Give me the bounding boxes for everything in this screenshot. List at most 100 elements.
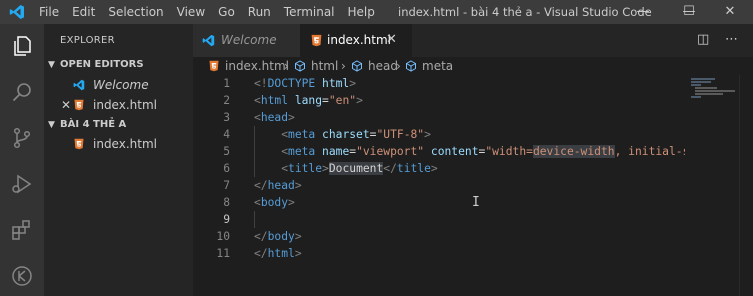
code-line[interactable]: 2 <html lang="en"> bbox=[193, 92, 685, 109]
code-token: </ bbox=[254, 247, 268, 260]
code-line[interactable]: 4 <meta charset="UTF-8"> bbox=[193, 126, 685, 143]
code-token: < bbox=[254, 196, 261, 209]
open-editors-label: OPEN EDITORS bbox=[60, 59, 144, 70]
code-line[interactable]: 9 bbox=[193, 211, 685, 228]
code-editor[interactable]: 1 <!DOCTYPE html> 2 <html lang="en"> 3 <head>… bbox=[193, 75, 685, 296]
code-token: title bbox=[396, 162, 431, 175]
code-token: head bbox=[260, 111, 289, 124]
sidebar-title: EXPLORER bbox=[60, 35, 115, 46]
breadcrumb-html[interactable]: html bbox=[311, 57, 338, 75]
editor-tabs: Welcome index.html ✕ ◫ ⋯ bbox=[193, 24, 753, 57]
code-token: meta bbox=[288, 145, 316, 158]
code-token: > bbox=[322, 162, 329, 175]
code-token: > bbox=[430, 162, 438, 175]
open-editors-section[interactable]: ▼ OPEN EDITORS bbox=[44, 55, 193, 75]
code-line[interactable]: 6 <title>Document</title> bbox=[193, 160, 685, 177]
remote-icon[interactable] bbox=[10, 264, 34, 288]
line-number: 5 bbox=[223, 145, 230, 158]
menu-run[interactable]: Run bbox=[248, 4, 271, 20]
extensions-icon[interactable] bbox=[10, 218, 34, 242]
code-token: </ bbox=[383, 162, 397, 175]
line-content: <head> bbox=[254, 109, 295, 126]
file-label: index.html bbox=[93, 137, 157, 151]
menu-go[interactable]: Go bbox=[218, 4, 235, 20]
code-line[interactable]: 10 </body> bbox=[193, 228, 685, 245]
line-content: </head> bbox=[254, 177, 302, 194]
search-icon[interactable] bbox=[10, 80, 34, 104]
code-token: html bbox=[260, 94, 289, 107]
vscode-logo-icon[interactable] bbox=[9, 4, 25, 20]
open-editor-welcome[interactable]: Welcome bbox=[44, 75, 193, 95]
code-line[interactable]: 11 </html> bbox=[193, 245, 685, 262]
explorer-icon[interactable] bbox=[10, 34, 34, 58]
window-close-button[interactable]: ✕ bbox=[707, 0, 753, 24]
tab-index-html[interactable]: index.html ✕ bbox=[300, 24, 412, 57]
line-number: 3 bbox=[223, 111, 230, 124]
menu-help[interactable]: Help bbox=[348, 4, 375, 20]
code-token: < bbox=[281, 145, 289, 158]
menu-file[interactable]: File bbox=[39, 4, 59, 20]
folder-section[interactable]: ▼ BÀI 4 THẺ A bbox=[44, 115, 193, 135]
code-token: html bbox=[315, 77, 350, 90]
code-token: < bbox=[281, 162, 289, 175]
breadcrumb-separator: › bbox=[284, 59, 289, 73]
menu-view[interactable]: View bbox=[177, 4, 205, 20]
code-token: < bbox=[281, 128, 289, 141]
close-tab-icon[interactable]: ✕ bbox=[386, 32, 397, 47]
menu-bar: File Edit Selection View Go Run Terminal… bbox=[39, 4, 388, 20]
activity-bar bbox=[0, 24, 44, 296]
code-token: DOCTYPE bbox=[267, 77, 316, 90]
tab-welcome[interactable]: Welcome bbox=[193, 24, 300, 57]
breadcrumb-file[interactable]: index.html bbox=[225, 57, 289, 75]
code-line[interactable]: 8 <body> bbox=[193, 194, 685, 211]
line-content: <body> bbox=[254, 194, 295, 211]
minimap-line bbox=[691, 96, 701, 98]
code-token: > bbox=[294, 247, 302, 260]
code-line[interactable]: 5 <meta name="viewport" content="width=d… bbox=[193, 143, 685, 160]
split-editor-icon[interactable]: ◫ bbox=[697, 32, 709, 47]
chevron-down-icon: ▼ bbox=[48, 120, 55, 130]
open-editor-label: Welcome bbox=[93, 78, 149, 92]
minimap-line bbox=[695, 87, 717, 89]
window-minimize-button[interactable]: — bbox=[620, 0, 666, 24]
window-title: index.html - bài 4 thẻ a - Visual Studio… bbox=[398, 5, 652, 19]
window-maximize-button[interactable]: ☐ bbox=[666, 0, 712, 24]
breadcrumb-meta[interactable]: meta bbox=[422, 57, 453, 75]
code-token: Document bbox=[328, 162, 384, 175]
code-token: > bbox=[424, 128, 431, 141]
code-token: html bbox=[267, 247, 295, 260]
code-line[interactable]: 1 <!DOCTYPE html> bbox=[193, 75, 685, 92]
more-actions-icon[interactable]: ⋯ bbox=[725, 32, 738, 47]
symbol-cube-icon bbox=[295, 60, 305, 72]
line-number: 9 bbox=[223, 213, 230, 226]
line-content: <!DOCTYPE html> bbox=[254, 75, 356, 92]
menu-terminal[interactable]: Terminal bbox=[284, 4, 335, 20]
line-content bbox=[254, 211, 281, 228]
code-token: > bbox=[288, 111, 295, 124]
line-content: </body> bbox=[254, 228, 302, 245]
minimap[interactable] bbox=[685, 75, 739, 296]
breadcrumb-separator: › bbox=[341, 59, 346, 73]
vertical-scrollbar[interactable] bbox=[739, 75, 753, 296]
code-token: > bbox=[356, 94, 363, 107]
code-token: meta bbox=[288, 128, 316, 141]
run-debug-icon[interactable] bbox=[10, 172, 34, 196]
menu-selection[interactable]: Selection bbox=[108, 4, 163, 20]
breadcrumb-head[interactable]: head bbox=[368, 57, 398, 75]
source-control-icon[interactable] bbox=[10, 126, 34, 150]
code-token: lang bbox=[288, 94, 323, 107]
minimap-line bbox=[691, 81, 711, 83]
minimap-line bbox=[695, 90, 735, 92]
html5-file-icon bbox=[74, 99, 84, 111]
file-index-html[interactable]: index.html bbox=[44, 134, 193, 154]
open-editor-index[interactable]: ✕ index.html bbox=[44, 95, 193, 115]
menu-edit[interactable]: Edit bbox=[72, 4, 95, 20]
close-editor-icon[interactable]: ✕ bbox=[61, 95, 71, 115]
code-line[interactable]: 3 <head> bbox=[193, 109, 685, 126]
code-token: device-width bbox=[532, 145, 615, 158]
line-content: </html> bbox=[254, 245, 302, 262]
code-line[interactable]: 7 </head> bbox=[193, 177, 685, 194]
